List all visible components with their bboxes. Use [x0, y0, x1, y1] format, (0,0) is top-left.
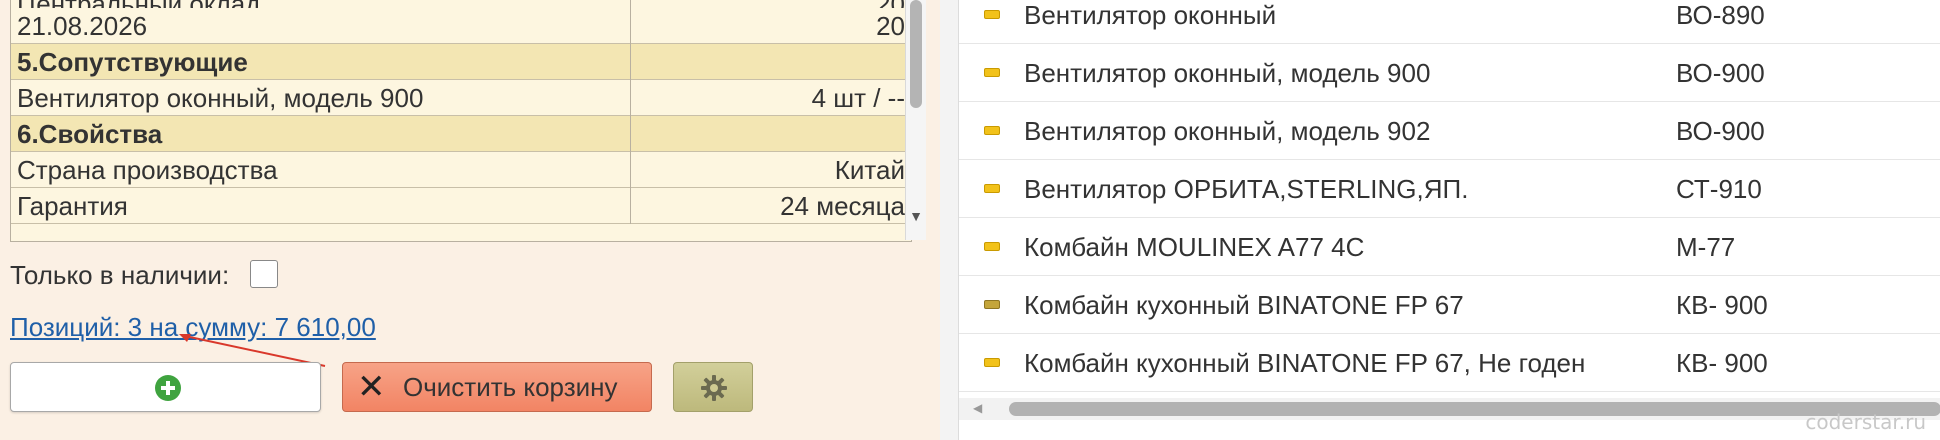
row-value: Китай [834, 155, 905, 185]
product-name: Вентилятор оконный, модель 902 [1024, 116, 1431, 146]
item-icon [984, 10, 1000, 19]
grid-row[interactable]: Страна производства Китай [11, 152, 911, 188]
scrollbar-thumb[interactable] [910, 0, 922, 108]
row-value [631, 116, 911, 152]
row-value: 20 [876, 11, 905, 41]
only-available-label: Только в наличии: [10, 260, 230, 290]
list-item[interactable]: Вентилятор оконный ВО-890 [959, 0, 1940, 44]
settings-button[interactable] [673, 362, 753, 412]
grid-group-row[interactable]: 6.Свойства [11, 116, 911, 152]
gear-icon [701, 375, 727, 401]
list-horizontal-scrollbar[interactable]: ◀ [959, 398, 1940, 420]
product-name: Комбайн MOULINEX A77 4C [1024, 232, 1365, 262]
list-item[interactable]: Вентилятор оконный, модель 900 ВО-900 [959, 44, 1940, 102]
product-code: СТ-910 [1676, 174, 1762, 204]
clear-cart-label: Очистить корзину [403, 372, 618, 402]
products-list: Вентилятор оконный ВО-890 Вентилятор око… [958, 0, 1940, 440]
scroll-left-icon[interactable]: ◀ [973, 401, 982, 415]
scrollbar-thumb[interactable] [1009, 402, 1940, 416]
product-code: КВ- 900 [1676, 348, 1768, 378]
row-label: Вентилятор оконный, модель 900 [11, 80, 631, 116]
item-icon [984, 358, 1000, 367]
list-item[interactable]: Вентилятор оконный, модель 902 ВО-900 [959, 102, 1940, 160]
list-item[interactable]: Комбайн кухонный BINATONE FP 67 КВ- 900 [959, 276, 1940, 334]
grid-row[interactable]: Гарантия 24 месяца [11, 188, 911, 224]
panel-splitter[interactable] [940, 0, 958, 440]
product-name: Комбайн кухонный BINATONE FP 67, Не годе… [1024, 348, 1586, 378]
product-name: Вентилятор ОРБИТА,STERLING,ЯП. [1024, 174, 1469, 204]
close-icon: ✕ [357, 368, 386, 406]
add-button[interactable] [10, 362, 321, 412]
row-label: 21.08.2026 [11, 8, 631, 44]
clear-cart-button[interactable]: ✕ Очистить корзину [342, 362, 652, 412]
product-code: ВО-900 [1676, 58, 1765, 88]
row-value [631, 44, 911, 80]
group-label: 5.Сопутствующие [11, 44, 631, 80]
product-code: КВ- 900 [1676, 290, 1768, 320]
item-icon [984, 68, 1000, 77]
only-available-checkbox[interactable] [250, 260, 278, 288]
item-icon [984, 184, 1000, 193]
grid-row[interactable]: Вентилятор оконный, модель 900 4 шт / -- [11, 80, 911, 116]
plus-circle-icon [155, 375, 181, 401]
row-value: 4 шт / -- [811, 83, 905, 113]
list-item[interactable]: Комбайн MOULINEX A77 4C М-77 [959, 218, 1940, 276]
grid-group-row[interactable]: 5.Сопутствующие [11, 44, 911, 80]
cart-grid[interactable]: Центральный оклад 20 21.08.2026 20 5.Соп… [10, 0, 912, 242]
watermark: coderstar.ru [1805, 410, 1926, 434]
grid-vertical-scrollbar[interactable]: ▼ [905, 0, 926, 240]
row-label: Страна производства [11, 152, 631, 188]
product-name: Вентилятор оконный, модель 900 [1024, 58, 1431, 88]
row-label: Гарантия [11, 188, 631, 224]
product-code: ВО-890 [1676, 0, 1765, 30]
product-code: ВО-900 [1676, 116, 1765, 146]
cart-panel: Центральный оклад 20 21.08.2026 20 5.Соп… [0, 0, 940, 440]
scroll-down-icon[interactable]: ▼ [906, 206, 926, 226]
item-icon [984, 242, 1000, 251]
group-label: 6.Свойства [11, 116, 631, 152]
list-item[interactable]: Комбайн кухонный BINATONE FP 67, Не годе… [959, 334, 1940, 392]
row-value: 24 месяца [780, 191, 905, 221]
item-icon [984, 300, 1000, 309]
product-name: Комбайн кухонный BINATONE FP 67 [1024, 290, 1464, 320]
product-code: М-77 [1676, 232, 1736, 262]
grid-row[interactable]: 21.08.2026 20 [11, 8, 911, 44]
list-item[interactable]: Вентилятор ОРБИТА,STERLING,ЯП. СТ-910 [959, 160, 1940, 218]
product-name: Вентилятор оконный [1024, 0, 1277, 30]
item-icon [984, 126, 1000, 135]
